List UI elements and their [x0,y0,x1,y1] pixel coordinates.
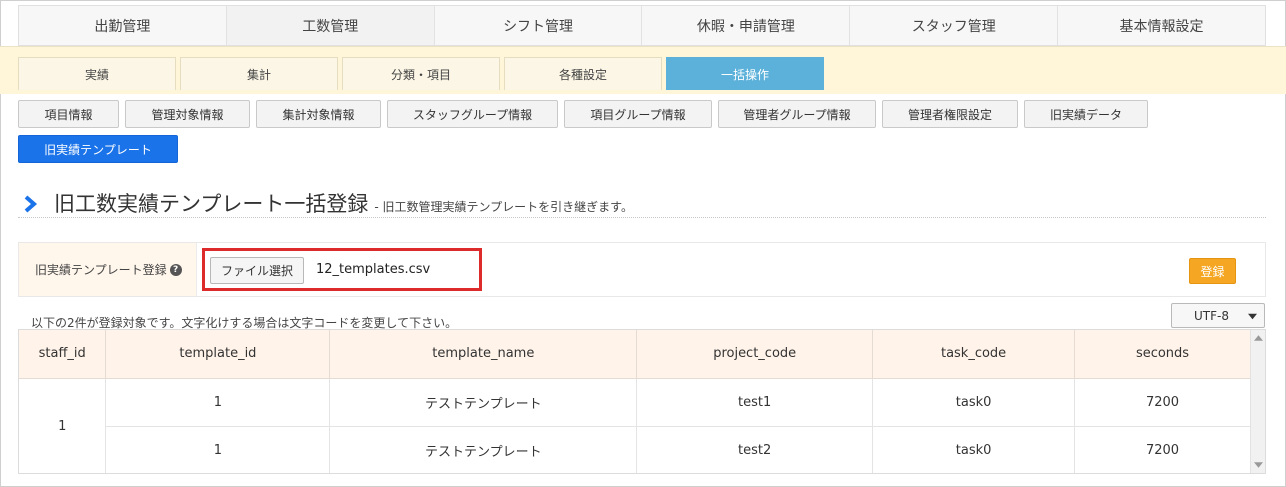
sub-tab-results[interactable]: 実績 [18,57,176,90]
cell-project-code: test2 [636,426,874,473]
chevron-right-icon [22,194,38,214]
header-template-name: template_name [329,330,638,379]
cell-seconds: 7200 [1074,426,1251,473]
top-tab-basic-settings[interactable]: 基本情報設定 [1058,6,1265,45]
chevron-down-icon [1248,313,1257,320]
preview-table-container: staff_id template_id template_name proje… [18,329,1266,474]
top-tab-attendance[interactable]: 出勤管理 [19,6,227,45]
question-circle-icon[interactable]: ? [169,263,182,276]
legacy-results-button[interactable]: 旧実績データ [1024,100,1148,128]
table-row: 1 テストテンプレート test2 task0 7200 [19,426,1251,473]
admin-group-info-button[interactable]: 管理者グループ情報 [718,100,876,128]
item-group-info-button[interactable]: 項目グループ情報 [564,100,712,128]
upload-label-text: 旧実績テンプレート登録 [35,263,167,277]
sub-nav: 実績 集計 分類・項目 各種設定 一括操作 [18,57,824,90]
cell-staff-id: 1 [19,378,107,473]
managed-target-info-button[interactable]: 管理対象情報 [125,100,250,128]
cell-template-id: 1 [105,426,331,473]
encoding-value: UTF-8 [1194,308,1229,323]
page-subtitle: - 旧工数管理実績テンプレートを引き継ぎます。 [374,200,633,214]
table-header-row: staff_id template_id template_name proje… [19,330,1251,379]
sub-tab-summary[interactable]: 集計 [180,57,338,90]
sub-tab-settings[interactable]: 各種設定 [504,57,662,90]
sub-tab-categories[interactable]: 分類・項目 [342,57,500,90]
aggregation-target-info-button[interactable]: 集計対象情報 [256,100,381,128]
page-title: 旧工数実績テンプレート一括登録 [54,192,369,216]
header-staff-id: staff_id [19,330,107,379]
encoding-select[interactable]: UTF-8 [1171,303,1265,328]
scroll-down-icon[interactable] [1254,461,1263,469]
legacy-template-button[interactable]: 旧実績テンプレート [18,135,178,163]
cell-task-code: task0 [872,378,1076,427]
page-heading: 旧工数実績テンプレート一括登録 - 旧工数管理実績テンプレートを引き継ぎます。 [22,188,633,218]
top-tab-leave[interactable]: 休暇・申請管理 [642,6,851,45]
table-row: 1 1 テストテンプレート test1 task0 7200 [19,378,1251,473]
cell-project-code: test1 [636,378,874,427]
bulk-menu-row-1: 項目情報 管理対象情報 集計対象情報 スタッフグループ情報 項目グループ情報 管… [18,100,1148,128]
top-tab-shift[interactable]: シフト管理 [434,6,643,45]
heading-divider [18,217,1266,218]
selected-file-name: 12_templates.csv [316,262,431,277]
upload-label: 旧実績テンプレート登録 ? [19,243,197,296]
cell-seconds: 7200 [1074,378,1251,427]
header-project-code: project_code [636,330,874,379]
sub-tab-bulk[interactable]: 一括操作 [666,57,824,90]
cell-task-code: task0 [872,426,1076,473]
staff-group-info-button[interactable]: スタッフグループ情報 [387,100,558,128]
table-scrollbar[interactable] [1250,330,1265,473]
top-nav: 出勤管理 工数管理 シフト管理 休暇・申請管理 スタッフ管理 基本情報設定 [18,5,1266,46]
header-template-id: template_id [105,330,331,379]
file-select-button[interactable]: ファイル選択 [210,257,304,284]
item-info-button[interactable]: 項目情報 [18,100,119,128]
cell-template-name: テストテンプレート [329,426,638,473]
cell-template-id: 1 [105,378,331,427]
header-task-code: task_code [872,330,1076,379]
top-tab-staff[interactable]: スタッフ管理 [850,6,1059,45]
register-button[interactable]: 登録 [1189,258,1236,284]
scroll-up-icon[interactable] [1254,334,1263,342]
admin-permission-button[interactable]: 管理者権限設定 [882,100,1018,128]
sub-nav-bar: 実績 集計 分類・項目 各種設定 一括操作 [0,46,1286,94]
header-seconds: seconds [1074,330,1251,379]
top-tab-workhours[interactable]: 工数管理 [226,6,435,45]
cell-template-name: テストテンプレート [329,378,638,427]
bulk-menu-row-2: 旧実績テンプレート [18,135,178,163]
preview-table: staff_id template_id template_name proje… [19,330,1251,473]
